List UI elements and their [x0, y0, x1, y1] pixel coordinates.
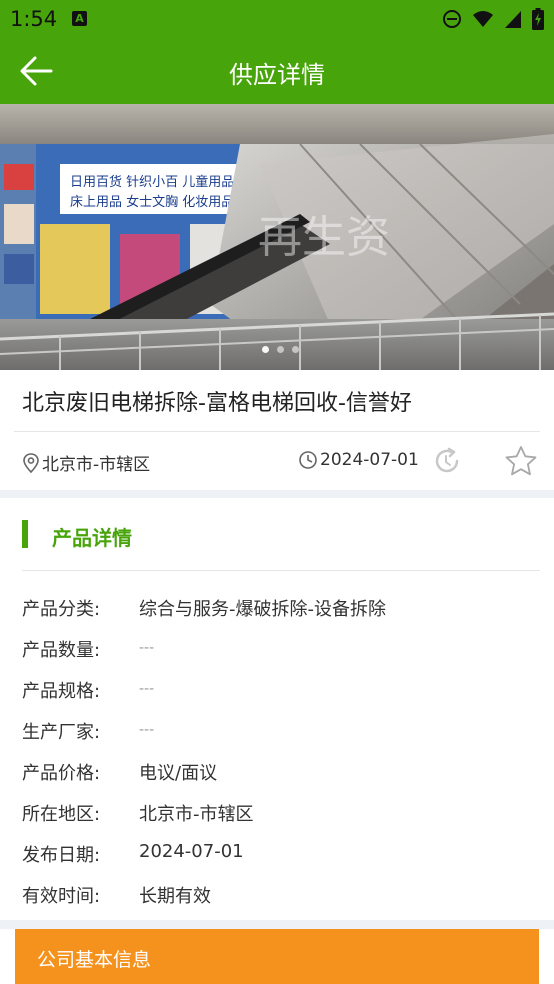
detail-value: ---	[139, 722, 155, 738]
detail-label: 产品规格:	[22, 681, 101, 702]
detail-row-publish-date: 发布日期: 2024-07-01	[22, 841, 542, 871]
detail-value: ---	[139, 640, 155, 656]
wifi-icon	[473, 11, 493, 27]
detail-label: 所在地区:	[22, 804, 101, 825]
divider	[22, 570, 540, 571]
detail-row-validity: 有效时间: 长期有效	[22, 882, 542, 912]
status-time: 1:54	[10, 7, 58, 31]
detail-value: 2024-07-01	[139, 841, 244, 862]
dnd-icon	[443, 10, 461, 28]
detail-label: 发布日期:	[22, 845, 101, 866]
banner-sign-line1: 日用百货 针织小百 儿童用品	[70, 174, 234, 190]
location-pin-icon	[23, 452, 39, 473]
location-text: 北京市-市辖区	[42, 455, 151, 475]
app-bar: 供应详情	[0, 38, 554, 104]
page-title: 供应详情	[229, 61, 325, 89]
product-date: 2024-07-01	[298, 450, 419, 470]
escalator-photo: 日用百货 针织小百 儿童用品 床上用品 女士文胸 化妆用品 再生资	[0, 104, 554, 370]
section-marker	[22, 520, 28, 548]
detail-row-region: 所在地区: 北京市-市辖区	[22, 800, 542, 830]
detail-value: 电议/面议	[139, 763, 218, 784]
company-info-header[interactable]: 公司基本信息	[15, 929, 539, 984]
carousel-dot	[292, 346, 299, 353]
detail-value: 综合与服务-爆破拆除-设备拆除	[139, 599, 386, 620]
detail-label: 产品价格:	[22, 763, 101, 784]
detail-row-spec: 产品规格: ---	[22, 677, 542, 707]
detail-label: 生产厂家:	[22, 722, 101, 743]
detail-row-price: 产品价格: 电议/面议	[22, 759, 542, 789]
product-location: 北京市-市辖区	[22, 450, 150, 475]
carousel-indicator	[262, 346, 299, 353]
favorite-star-icon[interactable]	[504, 445, 538, 477]
banner-sign-line2: 床上用品 女士文胸 化妆用品	[70, 194, 234, 210]
date-text: 2024-07-01	[320, 450, 419, 470]
detail-label: 产品分类:	[22, 599, 101, 620]
divider	[14, 431, 540, 432]
carousel-dot	[277, 346, 284, 353]
detail-label: 有效时间:	[22, 886, 101, 907]
carousel-dot	[262, 346, 269, 353]
product-title: 北京废旧电梯拆除-富格电梯回收-信誉好	[22, 391, 412, 416]
company-info-label: 公司基本信息	[37, 949, 152, 971]
banner-watermark: 再生资	[258, 212, 390, 263]
section-title: 产品详情	[52, 526, 132, 550]
detail-value: ---	[139, 681, 155, 697]
detail-row-manufacturer: 生产厂家: ---	[22, 718, 542, 748]
battery-icon	[532, 8, 544, 30]
section-separator	[0, 920, 554, 929]
detail-value: 北京市-市辖区	[139, 804, 254, 825]
detail-value: 长期有效	[139, 886, 211, 907]
refresh-icon[interactable]	[432, 446, 462, 476]
section-separator	[0, 490, 554, 498]
product-image-banner[interactable]: 日用百货 针织小百 儿童用品 床上用品 女士文胸 化妆用品 再生资	[0, 104, 554, 370]
notification-a-icon: A	[72, 11, 87, 26]
detail-row-category: 产品分类: 综合与服务-爆破拆除-设备拆除	[22, 595, 542, 625]
status-bar: 1:54 A	[0, 0, 554, 38]
detail-label: 产品数量:	[22, 640, 101, 661]
clock-icon	[299, 451, 317, 469]
signal-icon	[505, 11, 521, 28]
detail-row-quantity: 产品数量: ---	[22, 636, 542, 666]
